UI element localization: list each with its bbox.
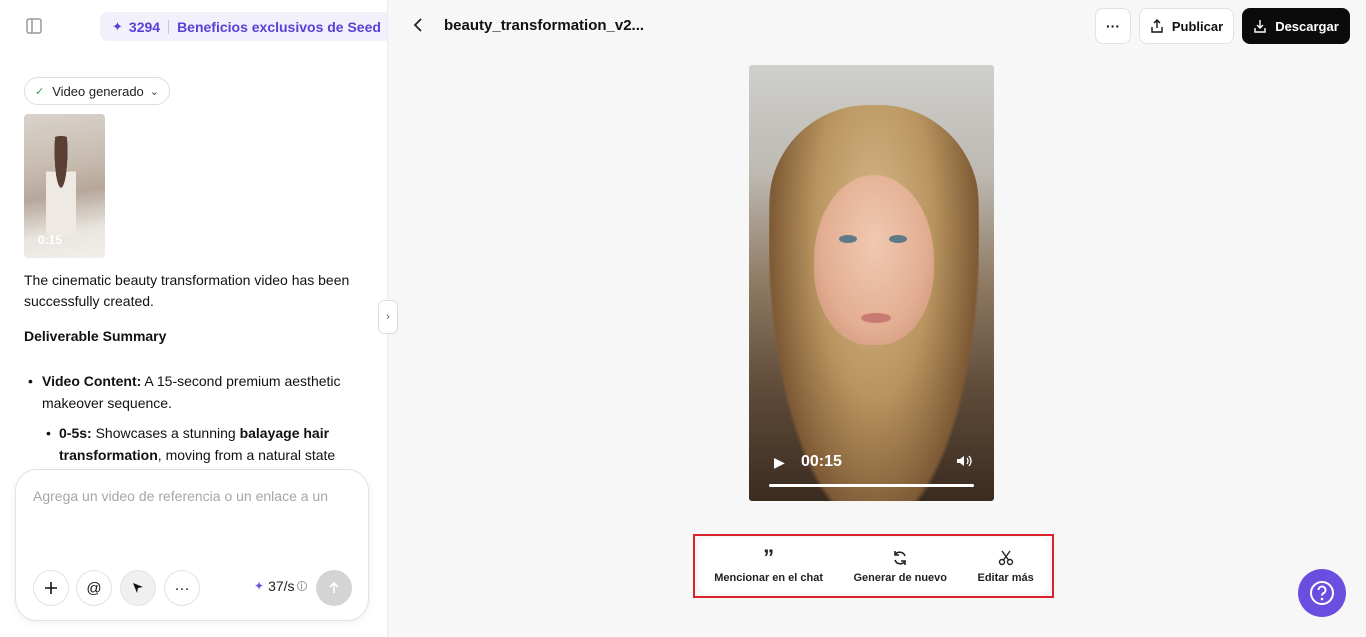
video-actions-bar: ” Mencionar en el chat Generar de nuevo … [699, 538, 1049, 594]
video-progress-bar[interactable] [769, 484, 974, 487]
cursor-icon [133, 583, 143, 593]
ellipsis-icon: ··· [1106, 18, 1120, 34]
ellipsis-icon: ··· [174, 579, 190, 597]
chat-panel: ✦ 3294 Beneficios exclusivos de Seed ✓ V… [0, 0, 388, 637]
bullet-label: 0-5s: [59, 425, 92, 441]
composer-input[interactable]: Agrega un video de referencia o un enlac… [33, 488, 353, 504]
more-options-button[interactable]: ··· [164, 570, 200, 606]
list-item: Video Content: A 15-second premium aesth… [24, 370, 364, 414]
divider [168, 19, 170, 34]
sparkle-icon: ✦ [254, 579, 265, 593]
sidebar-toggle-icon[interactable] [24, 16, 44, 36]
publish-label: Publicar [1171, 18, 1224, 34]
volume-icon[interactable] [956, 454, 972, 471]
chevron-right-icon: › [386, 311, 390, 323]
message-composer: Agrega un video de referencia o un enlac… [15, 469, 369, 621]
more-button[interactable]: ··· [1095, 8, 1131, 44]
bullet-text: , moving from a natural state [157, 447, 336, 463]
edit-label: Editar más [977, 572, 1034, 584]
video-thumbnail[interactable]: 0:15 [24, 114, 105, 258]
question-icon [1310, 581, 1334, 605]
play-icon[interactable]: ▶ [774, 454, 785, 471]
publish-button[interactable]: Publicar [1139, 8, 1234, 44]
mention-label: Mencionar en el chat [714, 572, 824, 584]
chevron-left-icon [413, 18, 422, 32]
assistant-message: The cinematic beauty transformation vide… [24, 272, 350, 309]
chevron-down-icon: ⌄ [149, 85, 159, 98]
video-player[interactable]: ▶ 00:15 [749, 65, 994, 501]
summary-list: Video Content: A 15-second premium aesth… [24, 370, 364, 466]
back-button[interactable] [412, 16, 424, 39]
send-button[interactable] [316, 570, 352, 606]
summary-heading: Deliverable Summary [24, 328, 167, 344]
credits-amount: 3294 [128, 18, 161, 35]
edit-more-button[interactable]: Editar más [977, 548, 1034, 584]
bullet-label: Video Content: [42, 373, 142, 389]
rate-value: 37/s [268, 578, 295, 594]
credits-text: Beneficios exclusivos de Seed [177, 18, 381, 35]
mention-in-chat-button[interactable]: ” Mencionar en el chat [714, 545, 824, 584]
at-icon: @ [86, 579, 102, 597]
bullet-text: Showcases a stunning [91, 425, 240, 441]
agent-mode-button[interactable] [120, 570, 156, 606]
video-controls: ▶ 00:15 [749, 441, 994, 501]
add-button[interactable] [33, 570, 69, 606]
video-frame-eye [839, 235, 857, 243]
scissors-icon [998, 548, 1014, 568]
actions-highlight: ” Mencionar en el chat Generar de nuevo … [693, 534, 1054, 598]
app-root: ✦ 3294 Beneficios exclusivos de Seed ✓ V… [0, 0, 1366, 637]
thumbnail-image [46, 136, 76, 236]
file-title: beauty_transformation_v2... [444, 17, 645, 34]
video-frame-eye [889, 235, 907, 243]
check-icon: ✓ [35, 85, 45, 98]
panel-collapse-button[interactable]: › [378, 300, 398, 334]
refresh-icon [892, 548, 908, 568]
thumbnail-duration: 0:15 [38, 233, 63, 247]
status-pill-label: Video generado [52, 83, 144, 99]
video-frame-lips [861, 313, 891, 323]
regenerate-label: Generar de nuevo [853, 572, 948, 584]
plus-icon [45, 582, 57, 594]
preview-panel: beauty_transformation_v2... ··· Publicar… [388, 0, 1366, 637]
download-button[interactable]: Descargar [1242, 8, 1350, 44]
help-button[interactable] [1298, 569, 1346, 617]
quote-icon: ” [763, 545, 775, 570]
status-pill[interactable]: ✓ Video generado ⌄ [24, 77, 170, 105]
share-icon [1150, 19, 1164, 33]
sparkle-icon: ✦ [112, 18, 123, 34]
info-icon[interactable]: i [296, 581, 307, 592]
mention-button[interactable]: @ [76, 570, 112, 606]
rate-indicator: ✦ 37/s i [254, 578, 307, 594]
arrow-up-icon [329, 581, 339, 593]
video-time: 00:15 [801, 453, 842, 470]
regenerate-button[interactable]: Generar de nuevo [853, 548, 947, 584]
list-item: 0-5s: Showcases a stunning balayage hair… [24, 422, 364, 466]
download-icon [1253, 19, 1267, 33]
download-label: Descargar [1275, 18, 1339, 34]
video-progress-fill [769, 484, 974, 487]
credits-banner[interactable]: ✦ 3294 Beneficios exclusivos de Seed [100, 12, 387, 41]
